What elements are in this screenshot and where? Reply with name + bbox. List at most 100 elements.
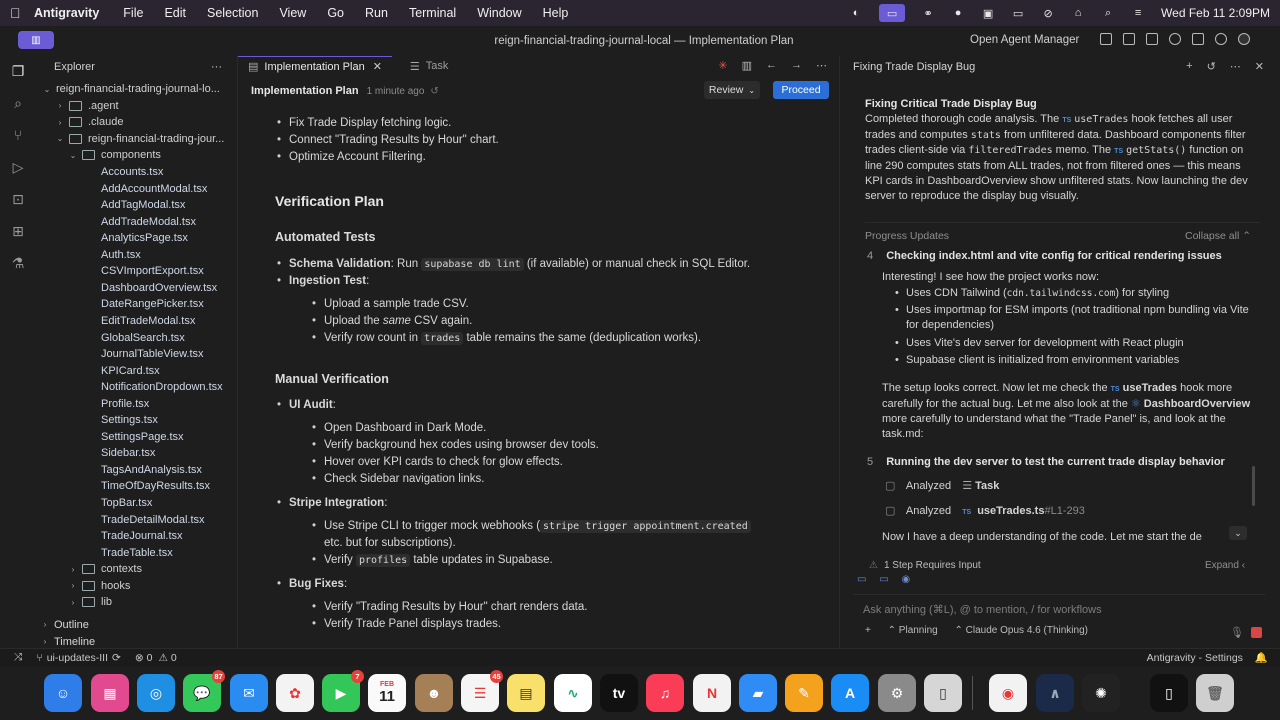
control-center-icon[interactable]: ≡: [1131, 6, 1145, 20]
sync-icon[interactable]: ⟳: [112, 652, 121, 664]
error-count[interactable]: 0: [147, 652, 153, 664]
system-settings-icon[interactable]: ⚙: [878, 674, 916, 712]
file-tree-item[interactable]: Settings.tsx: [36, 412, 236, 429]
search-icon[interactable]: ⌕: [9, 94, 27, 112]
trash-icon[interactable]: 🗑: [1196, 674, 1234, 712]
calendar-icon[interactable]: FEB 11: [368, 674, 406, 712]
mail-icon[interactable]: ✉: [230, 674, 268, 712]
menu-edit[interactable]: Edit: [164, 6, 186, 20]
finder-icon[interactable]: ☺: [44, 674, 82, 712]
news-icon[interactable]: N: [693, 674, 731, 712]
tab-implementation-plan[interactable]: ▤ Implementation Plan ✕: [238, 56, 392, 76]
file-tree-item[interactable]: GlobalSearch.tsx: [36, 329, 236, 346]
antigravity-icon[interactable]: ∧: [1036, 674, 1074, 712]
remote-explorer-icon[interactable]: ⊡: [9, 190, 27, 208]
folder-tree-item[interactable]: ⌄ reign-financial-trading-jour...: [36, 131, 236, 148]
scroll-down-button[interactable]: ⌄: [1229, 526, 1247, 540]
more-actions-icon[interactable]: ⋯: [816, 59, 827, 72]
file-tree-item[interactable]: AnalyticsPage.tsx: [36, 230, 236, 247]
menu-selection[interactable]: Selection: [207, 6, 258, 20]
contacts-icon[interactable]: ☻: [415, 674, 453, 712]
iphone-icon[interactable]: ▯: [1150, 674, 1188, 712]
folder-tree-item[interactable]: › .agent: [36, 98, 236, 115]
lock-icon[interactable]: ⌂: [1071, 6, 1085, 20]
step-5[interactable]: 5 Running the dev server to test the cur…: [867, 456, 1225, 468]
back-arrow-icon[interactable]: ←: [766, 59, 777, 72]
screen-share-icon[interactable]: ▭: [879, 4, 906, 22]
scrollbar-thumb[interactable]: [1252, 466, 1255, 506]
testing-icon[interactable]: ⚗: [9, 254, 27, 272]
file-tree-item[interactable]: KPICard.tsx: [36, 362, 236, 379]
menubar-clock[interactable]: Wed Feb 11 2:09PM: [1161, 6, 1270, 20]
menu-run[interactable]: Run: [365, 6, 388, 20]
close-icon[interactable]: ✕: [1255, 60, 1264, 73]
git-branch[interactable]: ui-updates-III: [47, 652, 108, 664]
outline-section[interactable]: › Outline: [36, 616, 236, 633]
file-tree-item[interactable]: CSVImportExport.tsx: [36, 263, 236, 280]
microphone-icon[interactable]: 🎙: [1230, 626, 1244, 639]
analyzed-row[interactable]: ▢ Analyzed ☰ Task: [885, 479, 999, 492]
open-agent-manager-button[interactable]: Open Agent Manager: [970, 34, 1079, 46]
app-store-icon[interactable]: A: [831, 674, 869, 712]
messages-icon[interactable]: 💬 87: [183, 670, 225, 712]
history-icon[interactable]: ↺: [430, 86, 438, 97]
extensions-icon[interactable]: [1192, 33, 1204, 45]
expand-button[interactable]: Expand ‹: [1205, 560, 1245, 571]
app-menu-name[interactable]: Antigravity: [34, 6, 99, 20]
requires-input-banner[interactable]: ⚠ 1 Step Requires Input: [869, 560, 981, 571]
file-tree-item[interactable]: DashboardOverview.tsx: [36, 280, 236, 297]
menu-help[interactable]: Help: [543, 6, 569, 20]
launchpad-icon[interactable]: ▦: [91, 674, 129, 712]
file-tree-item[interactable]: Profile.tsx: [36, 395, 236, 412]
file-tree-item[interactable]: Accounts.tsx: [36, 164, 236, 181]
close-icon[interactable]: ✕: [373, 60, 382, 73]
warning-count[interactable]: 0: [171, 652, 177, 664]
notes-icon[interactable]: ▤: [507, 674, 545, 712]
notifications-icon[interactable]: 🔔: [1255, 651, 1268, 664]
reminders-icon[interactable]: ☰ 45: [461, 670, 503, 712]
toggle-panel-icon[interactable]: [1123, 33, 1135, 45]
folder-tree-item[interactable]: › lib: [36, 594, 236, 611]
briefcase-icon[interactable]: ▣: [981, 6, 995, 20]
file-tree-item[interactable]: AddTagModal.tsx: [36, 197, 236, 214]
plus-icon[interactable]: +: [1186, 60, 1192, 73]
analyzed-row[interactable]: ▢ Analyzed TS useTrades.ts#L1-293: [885, 504, 1085, 517]
mode-selector[interactable]: ⌃ Planning: [888, 625, 938, 636]
safari-icon[interactable]: ◎: [137, 674, 175, 712]
plus-icon[interactable]: +: [865, 625, 871, 636]
file-tree-item[interactable]: TradeTable.tsx: [36, 544, 236, 561]
file-tree-item[interactable]: EditTradeModal.tsx: [36, 313, 236, 330]
menu-terminal[interactable]: Terminal: [409, 6, 456, 20]
settings-status[interactable]: Antigravity - Settings: [1147, 652, 1243, 664]
file-tree-item[interactable]: TagsAndAnalysis.tsx: [36, 462, 236, 479]
record-icon[interactable]: ●: [951, 6, 965, 20]
extensions-icon[interactable]: ⊞: [9, 222, 27, 240]
music-icon[interactable]: ♫: [646, 674, 684, 712]
search-icon[interactable]: ⌕: [1101, 6, 1115, 20]
pages-icon[interactable]: ✎: [785, 674, 823, 712]
apple-tv-icon[interactable]: tv: [600, 674, 638, 712]
file-tree-item[interactable]: AddTradeModal.tsx: [36, 213, 236, 230]
file-tree-item[interactable]: TradeJournal.tsx: [36, 528, 236, 545]
code-ref[interactable]: useTrades: [1074, 114, 1128, 125]
history-icon[interactable]: ↺: [1207, 60, 1216, 73]
activity-monitor-icon[interactable]: ◐: [849, 6, 863, 20]
chat-input[interactable]: Ask anything (⌘L), @ to mention, / for w…: [863, 603, 1102, 616]
menu-file[interactable]: File: [123, 6, 143, 20]
account-avatar-icon[interactable]: [1238, 33, 1250, 45]
freeform-icon[interactable]: ∿: [554, 674, 592, 712]
keynote-icon[interactable]: ▰: [739, 674, 777, 712]
more-actions-icon[interactable]: ⋯: [1230, 60, 1241, 73]
file-tree-item[interactable]: Sidebar.tsx: [36, 445, 236, 462]
chatgpt-icon[interactable]: ✺: [1082, 674, 1120, 712]
image-icon[interactable]: ▭: [879, 574, 888, 585]
explorer-more-icon[interactable]: ···: [211, 61, 222, 73]
settings-gear-icon[interactable]: [1215, 33, 1227, 45]
file-tree-item[interactable]: NotificationDropdown.tsx: [36, 379, 236, 396]
review-button[interactable]: Review ⌄: [704, 81, 760, 99]
chrome-icon[interactable]: ◉: [989, 674, 1027, 712]
tab-task[interactable]: ☰ Task: [400, 56, 459, 76]
run-debug-icon[interactable]: ▷: [9, 158, 27, 176]
code-ref[interactable]: getStats(): [1126, 145, 1186, 156]
file-tree-item[interactable]: TradeDetailModal.tsx: [36, 511, 236, 528]
